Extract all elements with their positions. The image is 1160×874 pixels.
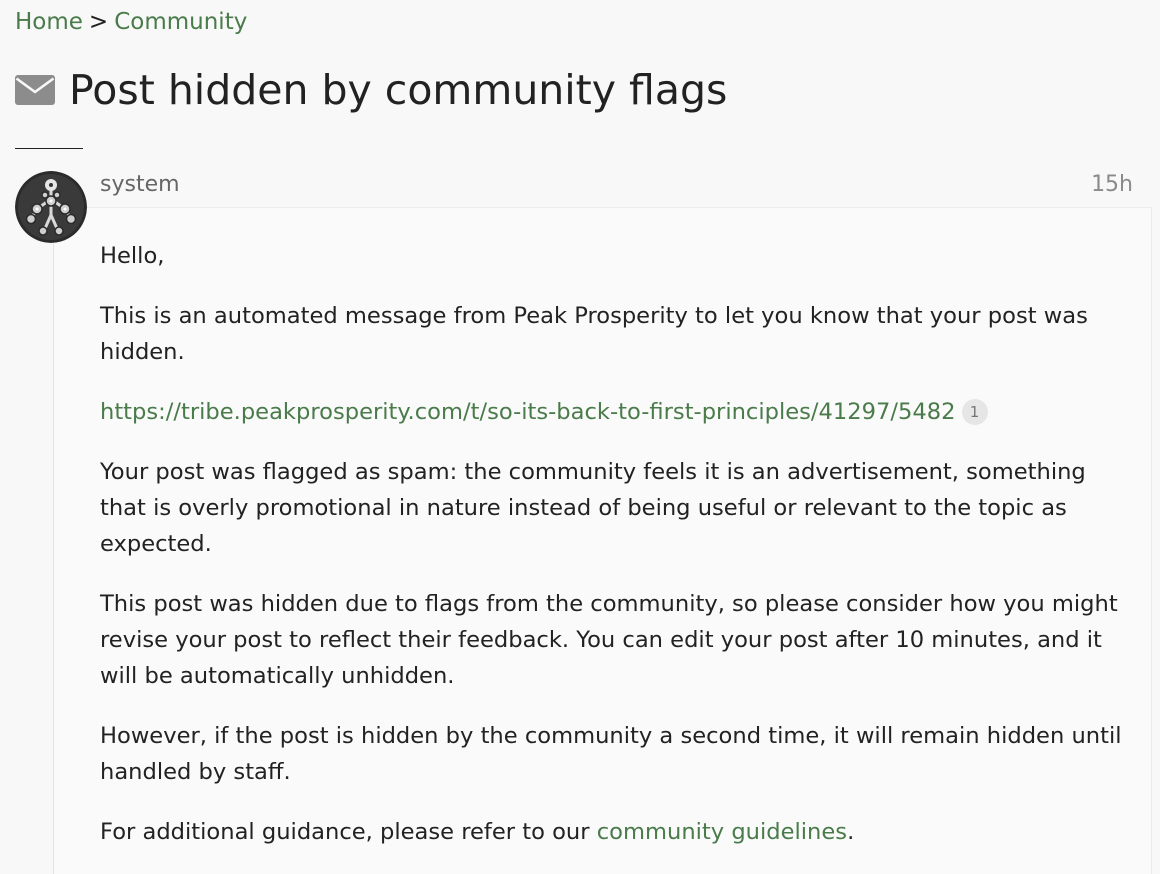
title-divider bbox=[15, 148, 83, 149]
page-title[interactable]: Post hidden by community flags bbox=[69, 64, 727, 116]
post-body: Hello, This is an automated message from… bbox=[100, 238, 1130, 874]
topic-header: Post hidden by community flags bbox=[15, 64, 727, 116]
breadcrumb-home-link[interactable]: Home bbox=[15, 9, 83, 35]
community-guidelines-link[interactable]: community guidelines bbox=[597, 819, 847, 845]
envelope-icon bbox=[15, 75, 55, 105]
guidance-prefix: For additional guidance, please refer to… bbox=[100, 819, 597, 845]
post-second-time-note: However, if the post is hidden by the co… bbox=[100, 723, 1122, 785]
post-revise-note: This post was hidden due to flags from t… bbox=[100, 591, 1118, 689]
robot-avatar-icon bbox=[15, 171, 87, 243]
breadcrumb: Home > Community bbox=[15, 6, 247, 38]
post-author[interactable]: system bbox=[100, 170, 180, 200]
post-flag-reason: Your post was flagged as spam: the commu… bbox=[100, 459, 1086, 557]
guidance-suffix: . bbox=[847, 819, 855, 845]
post-link-paragraph: https://tribe.peakprosperity.com/t/so-it… bbox=[100, 394, 1130, 430]
post-guidance: For additional guidance, please refer to… bbox=[100, 814, 1130, 850]
link-click-count-badge: 1 bbox=[961, 399, 988, 425]
breadcrumb-community-link[interactable]: Community bbox=[114, 9, 247, 35]
hidden-post-link[interactable]: https://tribe.peakprosperity.com/t/so-it… bbox=[100, 399, 956, 425]
avatar[interactable] bbox=[15, 171, 87, 243]
breadcrumb-separator: > bbox=[88, 9, 109, 35]
post-date[interactable]: 15h bbox=[1091, 170, 1133, 200]
post-intro: This is an automated message from Peak P… bbox=[100, 303, 1088, 365]
page: Home > Community Post hidden by community … bbox=[0, 0, 1160, 874]
post-greeting: Hello, bbox=[100, 243, 165, 269]
